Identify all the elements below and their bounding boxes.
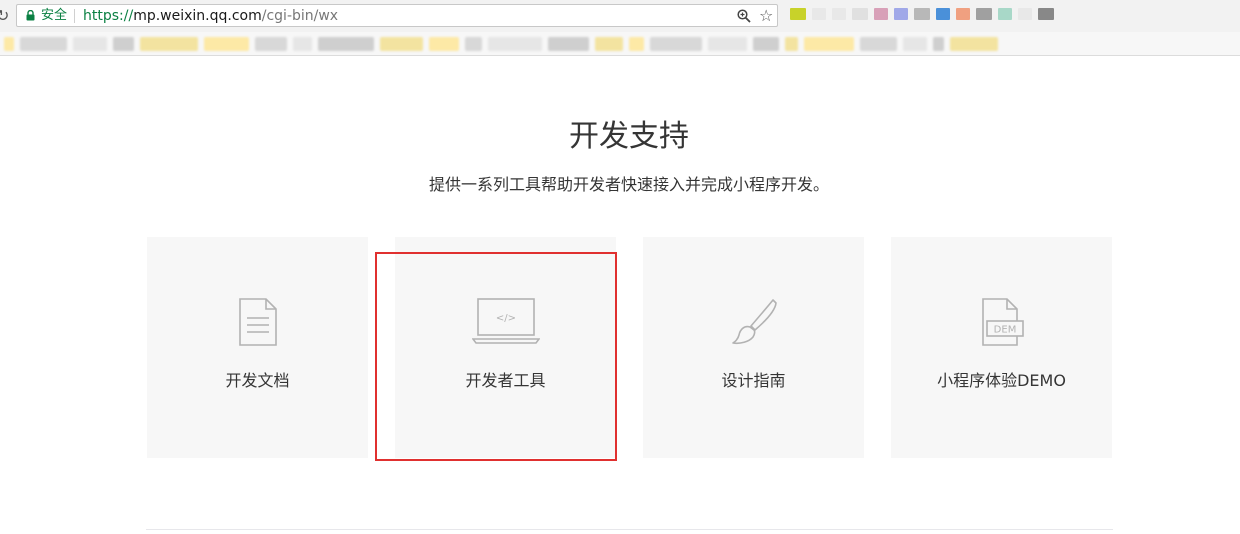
page-title: 开发支持: [569, 119, 689, 154]
bookmark-item[interactable]: [318, 37, 374, 51]
bookmark-item[interactable]: [20, 37, 67, 51]
card-label: 小程序体验DEMO: [937, 371, 1066, 390]
url-text[interactable]: https://mp.weixin.qq.com/cgi-bin/wx: [83, 8, 338, 24]
bookmark-item[interactable]: [140, 37, 198, 51]
extension-icon[interactable]: [936, 8, 950, 20]
bookmark-item[interactable]: [950, 37, 998, 51]
zoom-icon[interactable]: [737, 9, 751, 23]
extension-icon[interactable]: [914, 8, 930, 20]
bookmark-item[interactable]: [785, 37, 798, 51]
url-host: mp.weixin.qq.com: [133, 8, 262, 24]
bookmark-item[interactable]: [429, 37, 459, 51]
url-path: /cgi-bin/wx: [261, 8, 339, 24]
address-bar[interactable]: 安全 https://mp.weixin.qq.com/cgi-bin/wx ☆: [16, 4, 778, 27]
extension-icon[interactable]: [976, 8, 992, 20]
extension-icon[interactable]: [998, 8, 1012, 20]
bookmark-item[interactable]: [595, 37, 623, 51]
extension-icon[interactable]: [790, 8, 806, 20]
card-design-guide[interactable]: 设计指南: [643, 237, 864, 458]
extension-icon[interactable]: [874, 8, 888, 20]
bookmark-item[interactable]: [204, 37, 249, 51]
bookmark-item[interactable]: [255, 37, 287, 51]
extension-icon[interactable]: [1018, 8, 1032, 20]
url-scheme: https://: [83, 8, 134, 24]
document-icon: [238, 298, 277, 346]
section-divider: [146, 529, 1113, 530]
paintbrush-icon: [731, 299, 777, 345]
demo-file-icon: DEM: [981, 298, 1024, 346]
bookmark-item[interactable]: [860, 37, 897, 51]
bookmark-item[interactable]: [753, 37, 779, 51]
card-label: 设计指南: [721, 371, 786, 390]
bookmark-item[interactable]: [73, 37, 107, 51]
browser-toolbar: ↻ 安全 https://mp.weixin.qq.com/cgi-bin/wx…: [0, 0, 1240, 32]
bookmark-item[interactable]: [380, 37, 423, 51]
extension-icons: [790, 8, 1054, 22]
bookmark-item[interactable]: [4, 37, 14, 51]
extension-icon[interactable]: [812, 8, 826, 20]
bookmark-item[interactable]: [293, 37, 312, 51]
extension-icon[interactable]: [894, 8, 908, 20]
card-label: 开发文档: [225, 371, 290, 390]
bookmark-item[interactable]: [903, 37, 927, 51]
highlight-annotation: [375, 252, 617, 461]
extension-icon[interactable]: [956, 8, 970, 20]
bookmarks-bar: [0, 32, 1240, 56]
reload-icon[interactable]: ↻: [0, 6, 9, 26]
bookmark-item[interactable]: [488, 37, 542, 51]
card-dev-docs[interactable]: 开发文档: [147, 237, 368, 458]
card-demo[interactable]: DEM 小程序体验DEMO: [891, 237, 1112, 458]
bookmark-item[interactable]: [804, 37, 854, 51]
bookmark-item[interactable]: [629, 37, 644, 51]
lock-icon: [26, 10, 35, 21]
svg-text:DEM: DEM: [993, 325, 1016, 336]
bookmark-item[interactable]: [933, 37, 944, 51]
extension-icon[interactable]: [1038, 8, 1054, 20]
omnibox-divider: [74, 9, 75, 23]
bookmark-item[interactable]: [548, 37, 589, 51]
page-subtitle: 提供一系列工具帮助开发者快速接入并完成小程序开发。: [428, 175, 829, 194]
extension-icon[interactable]: [852, 8, 868, 20]
bookmark-item[interactable]: [650, 37, 702, 51]
bookmark-item[interactable]: [708, 37, 747, 51]
bookmark-item[interactable]: [113, 37, 134, 51]
security-indicator[interactable]: 安全: [41, 8, 67, 24]
bookmark-star-icon[interactable]: ☆: [759, 7, 773, 25]
extension-icon[interactable]: [832, 8, 846, 20]
bookmark-item[interactable]: [465, 37, 482, 51]
